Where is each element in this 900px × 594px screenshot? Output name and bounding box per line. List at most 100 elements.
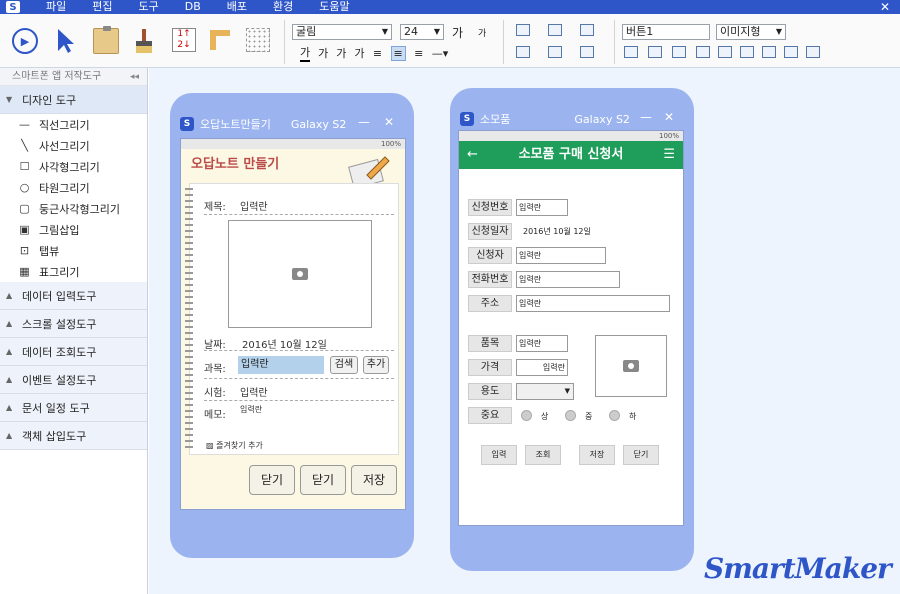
layout-icon-1[interactable]	[624, 46, 638, 58]
font-family-select[interactable]: 굴림 ▼	[292, 24, 392, 40]
group-data-input[interactable]: ▲ 데이터 입력도구	[0, 282, 147, 310]
tool-diagonal[interactable]: ╲ 사선그리기	[0, 135, 147, 156]
ellipse-icon: ○	[19, 181, 30, 194]
input-button[interactable]: 입력	[481, 445, 517, 465]
layout-icon-3[interactable]	[672, 46, 686, 58]
minimize-icon[interactable]: —	[358, 115, 370, 129]
group-icon[interactable]	[580, 24, 594, 36]
request-no-input[interactable]: 입력란	[516, 199, 568, 216]
close-icon[interactable]: ✕	[384, 115, 394, 129]
tool-table[interactable]: ▦ 표그리기	[0, 261, 147, 282]
exam-input[interactable]: 입력란	[240, 384, 268, 399]
underline-button[interactable]: 가	[354, 45, 364, 61]
tool-line[interactable]: — 직선그리기	[0, 114, 147, 135]
back-arrow-icon[interactable]: ←	[467, 141, 478, 169]
toolbar: ▶ 1↑ 2↓ 굴림 ▼ 24 ▼ 가 가 가 가 가 가 ≡ ≡ ≡ —▾ 버튼1 …	[0, 14, 900, 68]
grow-font-button[interactable]: 가	[452, 24, 463, 41]
layout-icon-4[interactable]	[696, 46, 710, 58]
menu-db[interactable]: DB	[185, 0, 201, 14]
phone-preview-order[interactable]: S 소모품 Galaxy S2 — ✕ 100% ← 소모품 구매 신청서 ☰ …	[450, 88, 694, 571]
minimize-icon[interactable]: —	[640, 110, 652, 124]
purpose-select[interactable]: ▼	[516, 383, 574, 400]
group-scroll[interactable]: ▲ 스크롤 설정도구	[0, 310, 147, 338]
align-right-icon[interactable]: ≡	[414, 47, 424, 60]
close-button-1[interactable]: 닫기	[249, 465, 295, 495]
group-data-query[interactable]: ▲ 데이터 조회도구	[0, 338, 147, 366]
tool-image[interactable]: ▣ 그림삽입	[0, 219, 147, 240]
close-icon[interactable]: ✕	[880, 0, 890, 14]
arrange-icon[interactable]	[580, 46, 594, 58]
price-input[interactable]: 입력란	[516, 359, 568, 376]
phone-input[interactable]: 입력란	[516, 271, 620, 288]
control-type-select[interactable]: 이미지형 ▼	[716, 24, 786, 40]
address-input[interactable]: 입력란	[516, 295, 670, 312]
layout-icon-7[interactable]	[762, 46, 776, 58]
line-color-icon[interactable]	[548, 46, 562, 58]
hamburger-menu-icon[interactable]: ☰	[663, 141, 675, 169]
menu-deploy[interactable]: 배포	[227, 0, 247, 14]
control-name-field[interactable]: 버튼1	[622, 24, 710, 40]
layout-icon-5[interactable]	[718, 46, 732, 58]
paste-icon[interactable]	[93, 26, 119, 54]
design-canvas[interactable]: S 오답노트만들기 Galaxy S2 — ✕ 100% 오답노트 만들기 제목…	[149, 68, 900, 594]
add-button[interactable]: 추가	[363, 356, 389, 374]
grid-toggle-icon[interactable]	[246, 28, 270, 52]
favorite-add[interactable]: ▨ 즐겨찾기 추가	[206, 440, 263, 451]
tool-tabview[interactable]: ⊡ 탭뷰	[0, 240, 147, 261]
format-brush-icon[interactable]	[133, 28, 155, 54]
layout-icon-6[interactable]	[740, 46, 754, 58]
numbering-icon[interactable]: 1↑ 2↓	[172, 28, 196, 52]
group-schedule[interactable]: ▲ 문서 일정 도구	[0, 394, 147, 422]
priority-mid-radio[interactable]	[565, 410, 576, 421]
save-button[interactable]: 저장	[351, 465, 397, 495]
save-button[interactable]: 저장	[579, 445, 615, 465]
search-button[interactable]: 검색	[330, 356, 358, 374]
align-center-icon[interactable]: ≡	[390, 45, 406, 61]
shrink-font-button[interactable]: 가	[478, 26, 486, 39]
group-object-insert[interactable]: ▲ 객체 삽입도구	[0, 422, 147, 450]
request-date-value[interactable]: 2016년 10월 12일	[523, 223, 591, 240]
memo-input[interactable]: 입력란	[240, 404, 262, 415]
caret-up-icon: ▲	[6, 403, 13, 412]
close-icon[interactable]: ✕	[664, 110, 674, 124]
tool-rectangle[interactable]: ☐ 사각형그리기	[0, 156, 147, 177]
phone-preview-note[interactable]: S 오답노트만들기 Galaxy S2 — ✕ 100% 오답노트 만들기 제목…	[170, 93, 414, 558]
position-icon[interactable]	[548, 24, 562, 36]
menu-edit[interactable]: 편집	[92, 0, 112, 14]
fill-color-icon[interactable]	[516, 46, 530, 58]
menu-settings[interactable]: 환경	[273, 0, 293, 14]
query-button[interactable]: 조회	[525, 445, 561, 465]
requester-input[interactable]: 입력란	[516, 247, 606, 264]
italic-button[interactable]: 가	[336, 45, 346, 61]
collapse-sidebar-icon[interactable]: ◂◂	[130, 68, 139, 86]
align-objects-icon[interactable]	[516, 24, 530, 36]
close-button[interactable]: 닫기	[623, 445, 659, 465]
priority-high-radio[interactable]	[521, 410, 532, 421]
tool-rounded-rect[interactable]: ▢ 둥근사각형그리기	[0, 198, 147, 219]
close-button-2[interactable]: 닫기	[300, 465, 346, 495]
line-style-icon[interactable]: —▾	[432, 47, 449, 60]
media-play-icon[interactable]	[784, 46, 798, 58]
priority-low-radio[interactable]	[609, 410, 620, 421]
menu-tools[interactable]: 도구	[139, 0, 159, 14]
photo-placeholder[interactable]	[228, 220, 372, 328]
group-design-tools[interactable]: ▼ 디자인 도구	[0, 86, 147, 114]
bold-button[interactable]: 가	[318, 45, 328, 61]
course-input[interactable]: 입력란	[238, 356, 324, 374]
tool-ellipse[interactable]: ○ 타원그리기	[0, 177, 147, 198]
run-preview-button[interactable]: ▶	[12, 28, 38, 54]
subject-input[interactable]: 입력란	[240, 198, 268, 213]
effect-icon[interactable]	[806, 46, 820, 58]
date-value[interactable]: 2016년 10월 12일	[242, 336, 327, 351]
layout-icon-2[interactable]	[648, 46, 662, 58]
text-color-button[interactable]: 가	[300, 44, 311, 62]
group-event[interactable]: ▲ 이벤트 설정도구	[0, 366, 147, 394]
menu-file[interactable]: 파일	[46, 0, 66, 14]
item-photo-placeholder[interactable]	[595, 335, 667, 397]
menu-help[interactable]: 도움말	[319, 0, 349, 14]
item-input[interactable]: 입력란	[516, 335, 568, 352]
select-cursor-icon[interactable]	[55, 27, 75, 55]
ruler-icon[interactable]	[208, 28, 232, 52]
align-left-icon[interactable]: ≡	[373, 47, 383, 60]
font-size-select[interactable]: 24 ▼	[400, 24, 444, 40]
